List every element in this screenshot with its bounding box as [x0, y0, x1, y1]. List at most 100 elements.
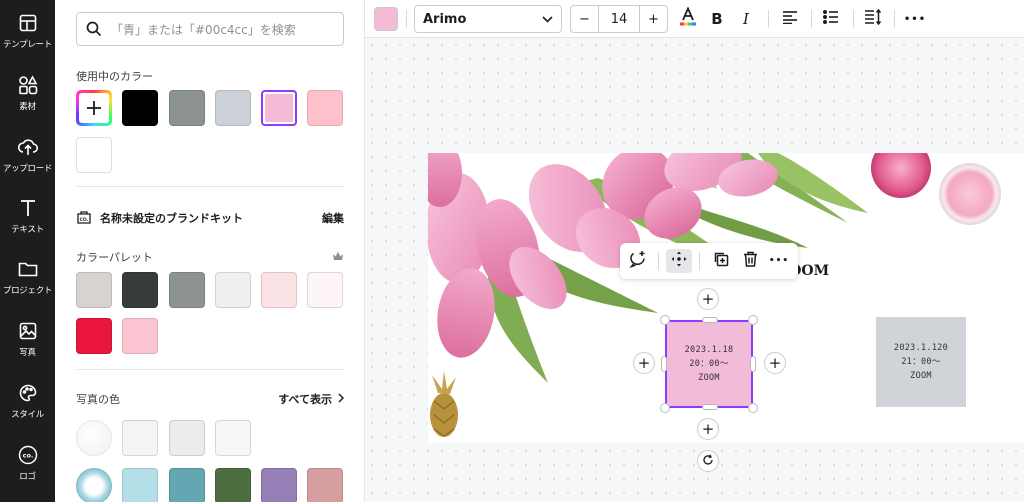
palette-header: カラーパレット [76, 249, 344, 265]
toolbar-divider [768, 10, 769, 28]
font-size-input[interactable]: 14 [598, 6, 640, 32]
photo-thumbnail[interactable] [76, 468, 112, 502]
rail-item-logos[interactable]: co. ロゴ [0, 436, 55, 490]
rail-item-label: 写真 [19, 348, 36, 358]
crown-icon [332, 251, 344, 264]
used-color-swatch[interactable] [122, 90, 158, 126]
rail-item-elements[interactable]: 素材 [0, 66, 55, 120]
palette-swatch[interactable] [122, 318, 158, 354]
text-color-a-button[interactable] [676, 6, 700, 31]
add-left-button[interactable]: + [633, 352, 655, 374]
chevron-right-icon [338, 392, 345, 406]
palette-swatch[interactable] [122, 272, 158, 308]
toolbar-divider [894, 10, 895, 28]
add-below-button[interactable]: + [697, 418, 719, 440]
palette-swatch[interactable] [215, 272, 251, 308]
selected-box-date: 2023.1.18 [684, 345, 734, 355]
gray-date-box[interactable]: 2023.1.120 21：00〜 ZOOM [876, 317, 966, 407]
brand-kit-title: 名称未設定のブランドキット [100, 212, 243, 225]
photo-colors-title: 写真の色 [76, 393, 120, 406]
palette-swatch[interactable] [307, 272, 343, 308]
photo-color-swatch[interactable] [215, 420, 251, 456]
resize-handle-top-right[interactable] [748, 315, 758, 325]
resize-handle-top-left[interactable] [660, 315, 670, 325]
text-align-button[interactable] [778, 7, 802, 31]
rotate-button[interactable] [697, 450, 719, 472]
context-more-button[interactable]: ••• [766, 249, 792, 273]
photo-thumbnail[interactable] [76, 420, 112, 456]
template-icon [17, 12, 39, 34]
show-all-label: すべて表示 [278, 393, 332, 406]
color-search-input[interactable]: 「青」または「#00c4cc」を検索 [76, 12, 344, 46]
selected-color-fill [265, 94, 293, 122]
used-color-swatch-selected[interactable] [261, 90, 297, 126]
rail-item-templates[interactable]: テンプレート [0, 4, 55, 58]
rail-item-label: 素材 [19, 102, 36, 112]
rail-item-photos[interactable]: 写真 [0, 312, 55, 366]
add-above-button[interactable]: + [697, 288, 719, 310]
rail-item-styles[interactable]: スタイル [0, 374, 55, 428]
used-color-swatch[interactable] [307, 90, 343, 126]
photo-icon [17, 320, 39, 342]
add-right-button[interactable]: + [764, 352, 786, 374]
resize-handle-bottom[interactable] [702, 404, 718, 410]
editor-toolbar: Arimo − 14 + B I ••• [365, 0, 1024, 38]
used-color-swatch[interactable] [169, 90, 205, 126]
resize-handle-right[interactable] [750, 356, 756, 372]
list-button[interactable] [819, 7, 843, 31]
delete-button[interactable] [737, 249, 763, 273]
palette-icon [17, 382, 39, 404]
resize-handle-bottom-right[interactable] [748, 403, 758, 413]
rail-item-uploads[interactable]: アップロード [0, 128, 55, 182]
italic-button[interactable]: I [734, 7, 758, 31]
photo-color-swatch[interactable] [122, 420, 158, 456]
more-options-button[interactable]: ••• [903, 7, 927, 31]
font-family-dropdown[interactable]: Arimo [414, 5, 562, 33]
gray-box-time: 21：00〜 [901, 357, 941, 367]
plus-icon [79, 93, 109, 123]
selected-date-box[interactable]: 2023.1.18 20：00〜 ZOOM [665, 320, 753, 408]
comment-button[interactable] [625, 249, 651, 273]
photo-color-swatch[interactable] [215, 468, 251, 502]
comment-add-icon [629, 250, 647, 272]
folder-icon [17, 258, 39, 280]
position-button[interactable] [666, 249, 692, 273]
show-all-link[interactable]: すべて表示 [278, 391, 345, 407]
photo-color-swatch[interactable] [122, 468, 158, 502]
context-divider [699, 252, 700, 270]
used-color-swatch[interactable] [215, 90, 251, 126]
selected-box-time: 20：00〜 [689, 359, 729, 369]
photo-color-swatch[interactable] [169, 420, 205, 456]
photo-color-swatch[interactable] [169, 468, 205, 502]
font-size-increase-button[interactable]: + [640, 6, 667, 32]
rail-item-projects[interactable]: プロジェクト [0, 250, 55, 304]
toolbar-divider [853, 10, 854, 28]
svg-text:CO.: CO. [80, 217, 89, 223]
resize-handle-bottom-left[interactable] [660, 403, 670, 413]
duplicate-button[interactable] [708, 249, 734, 273]
text-color-icon [679, 6, 697, 31]
toolbar-divider [811, 10, 812, 28]
palette-swatch[interactable] [261, 272, 297, 308]
brand-kit-edit-link[interactable]: 編集 [322, 210, 344, 226]
resize-handle-top[interactable] [702, 317, 718, 323]
photo-color-swatch[interactable] [261, 468, 297, 502]
palette-swatch[interactable] [76, 318, 112, 354]
palette-swatch[interactable] [76, 272, 112, 308]
bold-button[interactable]: B [705, 7, 729, 31]
search-placeholder: 「青」または「#00c4cc」を検索 [111, 22, 296, 37]
add-color-button[interactable] [76, 90, 112, 126]
rail-item-text[interactable]: テキスト [0, 189, 55, 243]
spacing-button[interactable] [861, 7, 885, 31]
photo-color-swatch[interactable] [307, 468, 343, 502]
palette-swatch[interactable] [169, 272, 205, 308]
color-panel: 「青」または「#00c4cc」を検索 使用中のカラー CO. 名称未設定のブラン… [55, 0, 365, 502]
svg-text:co.: co. [22, 452, 33, 460]
used-color-swatch[interactable] [76, 137, 112, 173]
design-canvas[interactable]: ZOOM 2023.1.120 21：00〜 ZOOM 2023.1.18 20… [365, 38, 1024, 502]
gray-box-zoom: ZOOM [910, 371, 932, 381]
font-name: Arimo [423, 11, 467, 27]
text-color-button[interactable] [374, 7, 398, 31]
font-size-decrease-button[interactable]: − [571, 6, 598, 32]
resize-handle-left[interactable] [661, 356, 667, 372]
